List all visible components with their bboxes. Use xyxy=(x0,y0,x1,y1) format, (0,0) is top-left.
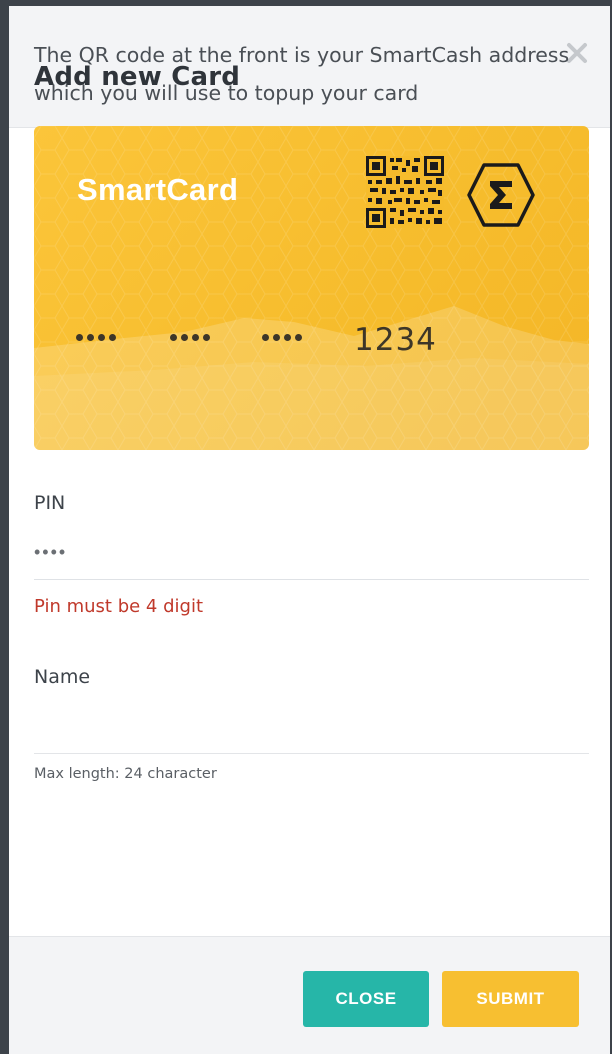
name-input[interactable] xyxy=(34,698,589,754)
close-button[interactable]: CLOSE xyxy=(303,971,429,1027)
masked-group-2 xyxy=(170,334,210,341)
add-card-modal: Add new Card The QR code at the front is… xyxy=(0,0,612,1054)
pin-input[interactable] xyxy=(34,526,589,580)
card-brand: SmartCard xyxy=(77,172,239,207)
card-number: 1234 xyxy=(76,322,556,362)
smartcash-hex-logo-icon xyxy=(467,163,535,227)
card-last-digits: 1234 xyxy=(354,322,437,358)
masked-group-3 xyxy=(262,334,302,341)
smart-card-preview: SmartCard 1234 xyxy=(34,126,589,450)
name-label: Name xyxy=(34,666,91,688)
modal-footer: CLOSE SUBMIT xyxy=(9,936,610,1054)
submit-button[interactable]: SUBMIT xyxy=(442,971,579,1027)
intro-text: The QR code at the front is your SmartCa… xyxy=(34,43,570,105)
qr-code-icon xyxy=(366,156,444,228)
pin-error: Pin must be 4 digit xyxy=(34,596,203,617)
pin-label: PIN xyxy=(34,492,66,514)
masked-group-1 xyxy=(76,334,116,341)
name-hint: Max length: 24 character xyxy=(34,766,217,782)
